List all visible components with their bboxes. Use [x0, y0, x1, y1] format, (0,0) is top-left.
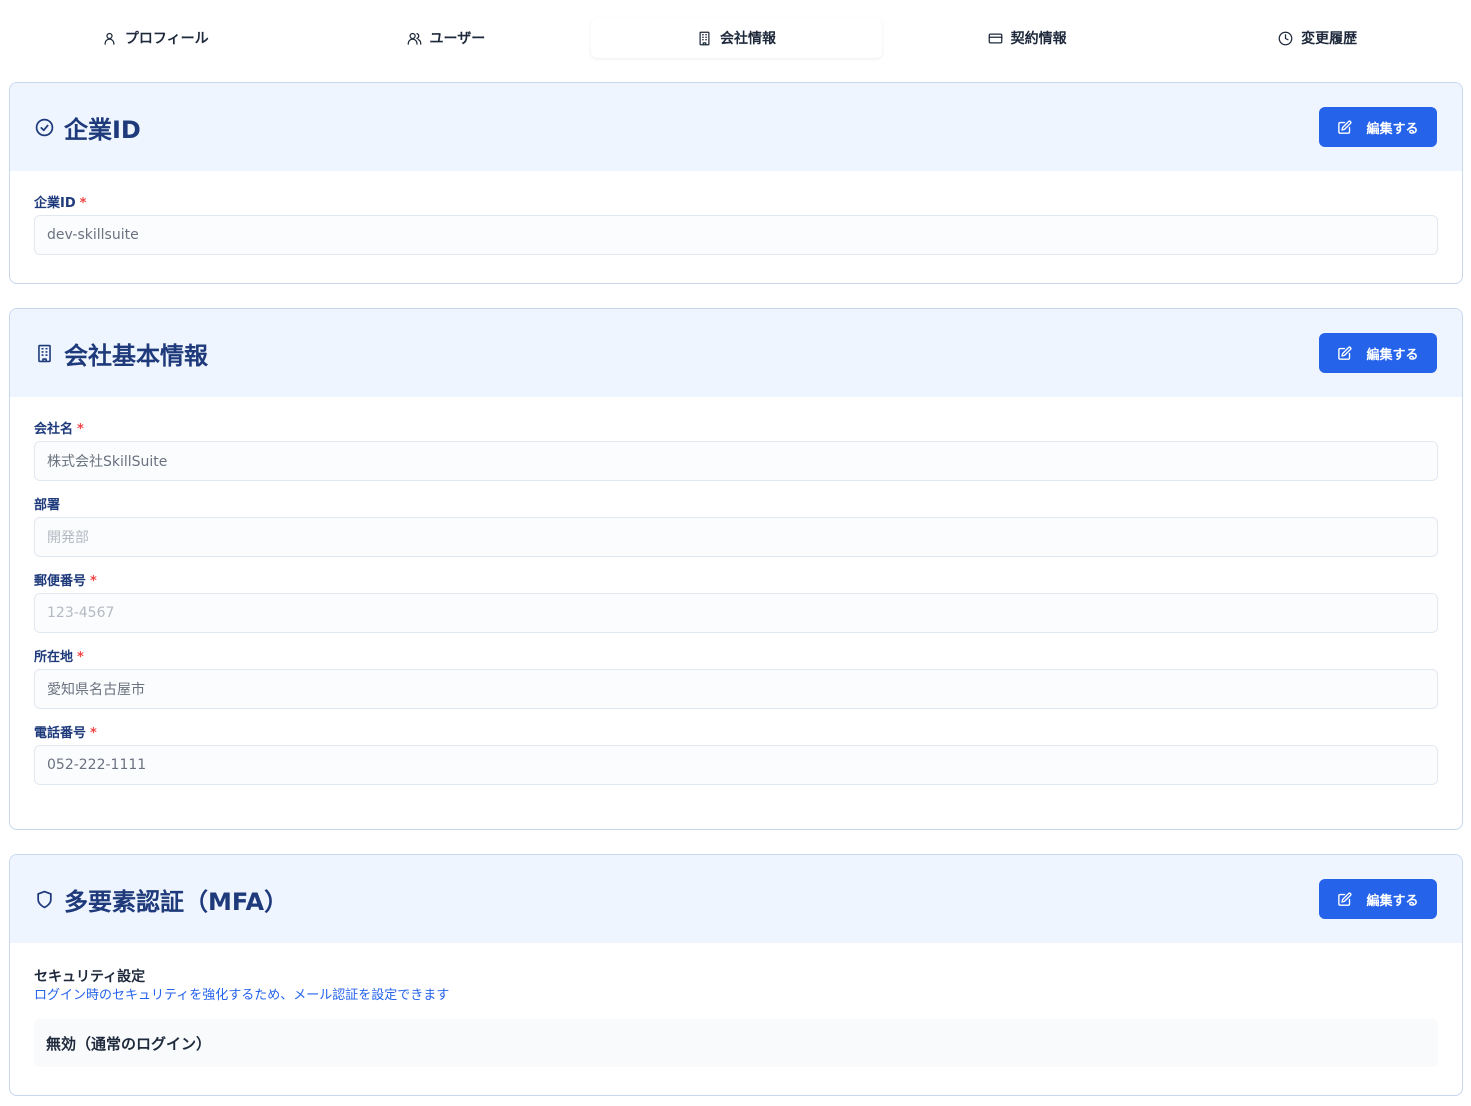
card-title: 企業ID [35, 110, 141, 145]
field-label-text: 郵便番号 [34, 574, 87, 589]
tab-contract-info[interactable]: 契約情報 [882, 18, 1173, 58]
card-title-text: 多要素認証（MFA） [64, 887, 289, 916]
required-mark: * [90, 726, 97, 741]
field-label: 郵便番号 * [34, 573, 1438, 591]
user-icon [104, 32, 115, 45]
department-field: 部署 開発部 [34, 497, 1438, 557]
postal-code-input[interactable]: 123-4567 [34, 593, 1438, 633]
tab-profile[interactable]: プロフィール [10, 18, 301, 58]
field-label-text: 部署 [34, 498, 61, 513]
edit-button-label: 編集する [1366, 121, 1419, 137]
field-label-text: 電話番号 [34, 726, 87, 741]
company-name-input[interactable]: 株式会社SkillSuite [34, 441, 1438, 481]
edit-company-info-button[interactable]: 編集する [1319, 333, 1437, 373]
field-label: 企業ID * [34, 195, 1438, 213]
required-mark: * [90, 574, 97, 589]
company-info-card: 会社基本情報 編集する 会社名 * 株式会社SkillSuite 部署 開発部 … [9, 308, 1463, 830]
card-title: 会社基本情報 [35, 336, 208, 371]
tab-label: 会社情報 [719, 31, 776, 47]
tab-company-info[interactable]: 会社情報 [591, 18, 882, 58]
edit-icon [1338, 120, 1352, 134]
check-circle-icon [35, 118, 54, 136]
building-icon [699, 31, 710, 45]
edit-icon [1338, 892, 1352, 906]
card-title-text: 企業ID [64, 115, 141, 144]
mfa-status: 無効（通常のログイン） [34, 1019, 1438, 1067]
tab-change-history[interactable]: 変更履歴 [1172, 18, 1463, 58]
security-settings-description: ログイン時のセキュリティを強化するため、メール認証を設定できます [34, 988, 450, 1003]
address-input[interactable]: 愛知県名古屋市 [34, 669, 1438, 709]
card-title: 多要素認証（MFA） [35, 882, 288, 917]
security-settings-title: セキュリティ設定 [34, 969, 146, 985]
company-id-field: 企業ID * dev-skillsuite [34, 195, 1438, 255]
edit-button-label: 編集する [1366, 893, 1419, 909]
card-title-text: 会社基本情報 [64, 341, 208, 370]
field-label-text: 会社名 [34, 422, 74, 437]
field-label: 所在地 * [34, 649, 1438, 667]
field-label: 会社名 * [34, 421, 1438, 439]
edit-icon [1338, 346, 1352, 360]
company-id-input[interactable]: dev-skillsuite [34, 215, 1438, 255]
phone-field: 電話番号 * 052-222-1111 [34, 725, 1438, 785]
card-header: 会社基本情報 編集する [10, 309, 1462, 397]
required-mark: * [79, 196, 87, 211]
tab-label: ユーザー [429, 31, 486, 47]
card-header: 企業ID 編集する [10, 83, 1462, 171]
edit-company-id-button[interactable]: 編集する [1319, 107, 1437, 147]
field-label-text: 企業ID [34, 196, 76, 211]
department-input[interactable]: 開発部 [34, 517, 1438, 557]
company-name-field: 会社名 * 株式会社SkillSuite [34, 421, 1438, 481]
mfa-card: 多要素認証（MFA） 編集する セキュリティ設定 ログイン時のセキュリティを強化… [9, 854, 1463, 1096]
tab-users[interactable]: ユーザー [301, 18, 592, 58]
credit-card-icon [988, 33, 1002, 43]
field-label: 部署 [34, 497, 1438, 515]
clock-icon [1278, 31, 1293, 45]
address-field: 所在地 * 愛知県名古屋市 [34, 649, 1438, 709]
field-label-text: 所在地 [34, 650, 74, 665]
tab-label: プロフィール [124, 31, 209, 47]
settings-tabs: プロフィール ユーザー 会社情報 契約情報 変更履歴 [10, 18, 1463, 58]
postal-code-field: 郵便番号 * 123-4567 [34, 573, 1438, 633]
shield-icon [37, 890, 52, 908]
company-id-card: 企業ID 編集する 企業ID * dev-skillsuite [9, 82, 1463, 284]
phone-input[interactable]: 052-222-1111 [34, 745, 1438, 785]
tab-label: 変更履歴 [1301, 31, 1358, 47]
users-icon [407, 32, 421, 45]
required-mark: * [77, 422, 84, 437]
tab-label: 契約情報 [1010, 31, 1067, 47]
building-icon [38, 344, 51, 362]
required-mark: * [77, 650, 84, 665]
edit-mfa-button[interactable]: 編集する [1319, 879, 1437, 919]
edit-button-label: 編集する [1366, 347, 1419, 363]
field-label: 電話番号 * [34, 725, 1438, 743]
card-header: 多要素認証（MFA） 編集する [10, 855, 1462, 943]
